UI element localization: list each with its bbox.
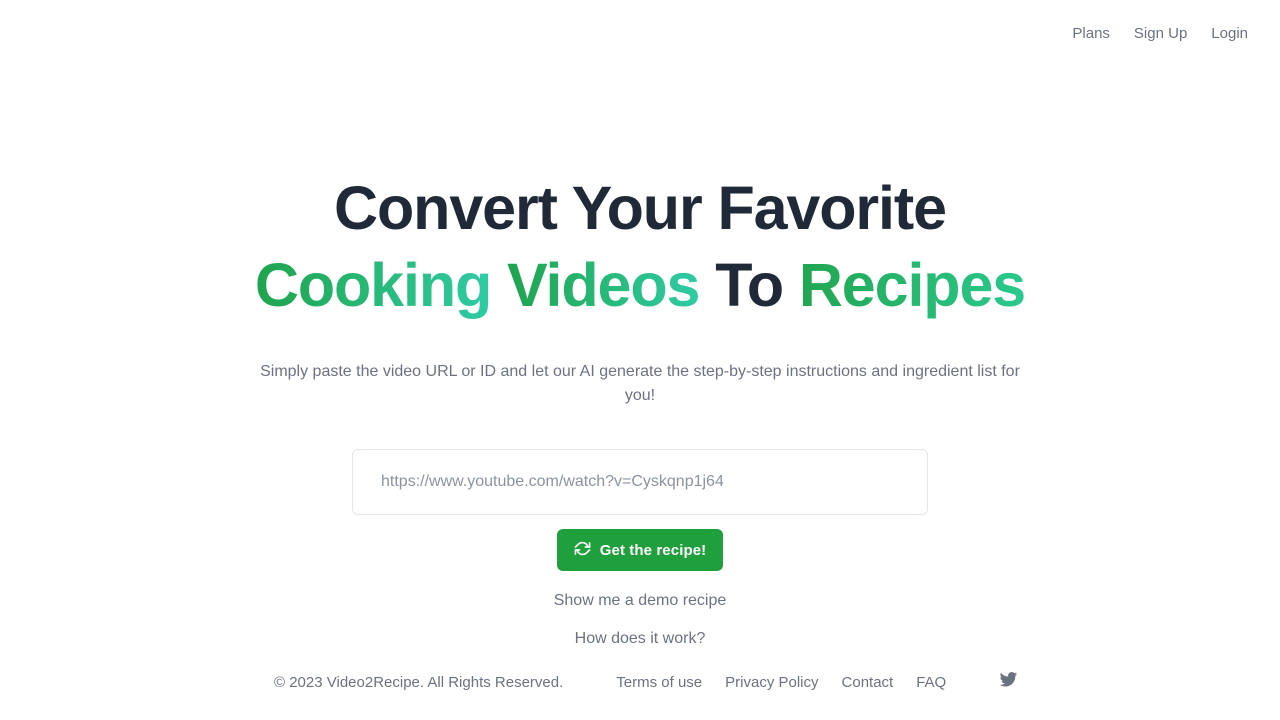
main-nav: Plans Sign Up Login: [1060, 20, 1260, 47]
hero-subtitle: Simply paste the video URL or ID and let…: [260, 363, 1020, 404]
footer-link-contact[interactable]: Contact: [842, 674, 894, 691]
get-recipe-button[interactable]: Get the recipe!: [556, 529, 724, 571]
nav-link-plans[interactable]: Plans: [1060, 20, 1122, 47]
footer-link-privacy[interactable]: Privacy Policy: [725, 674, 818, 691]
site-header: Plans Sign Up Login: [0, 0, 1280, 66]
footer-inner: © 2023 Video2Recipe. All Rights Reserved…: [0, 670, 1280, 695]
headline-line-2: Cooking Videos To Recipes: [255, 255, 1026, 316]
footer-links: Terms of use Privacy Policy Contact FAQ: [616, 674, 946, 691]
headline-word-recipes: Recipes: [798, 251, 1026, 319]
refresh-icon: [574, 540, 591, 561]
footer-link-faq[interactable]: FAQ: [916, 674, 946, 691]
headline-line-1: Convert Your Favorite: [334, 174, 947, 242]
video-url-input[interactable]: [352, 449, 928, 515]
hero-section: Convert Your Favorite Cooking Videos To …: [0, 66, 1280, 660]
page-title: Convert Your Favorite Cooking Videos To …: [255, 178, 1026, 316]
demo-recipe-link[interactable]: Show me a demo recipe: [554, 593, 727, 609]
footer-link-terms[interactable]: Terms of use: [616, 674, 702, 691]
recipe-form: Get the recipe! Show me a demo recipe Ho…: [352, 449, 928, 647]
headline-word-cooking: Cooking: [254, 251, 492, 319]
page-root: Plans Sign Up Login Convert Your Favorit…: [0, 0, 1280, 720]
site-footer: © 2023 Video2Recipe. All Rights Reserved…: [0, 660, 1280, 720]
nav-link-login[interactable]: Login: [1199, 20, 1260, 47]
copyright-text: © 2023 Video2Recipe. All Rights Reserved…: [274, 673, 564, 691]
twitter-icon[interactable]: [998, 670, 1018, 695]
nav-link-signup[interactable]: Sign Up: [1122, 20, 1199, 47]
social-links: [998, 670, 1018, 695]
headline-word-to: To: [715, 251, 784, 319]
headline-word-videos: Videos: [507, 251, 700, 319]
get-recipe-button-label: Get the recipe!: [599, 541, 707, 559]
how-it-works-link[interactable]: How does it work?: [575, 631, 706, 647]
